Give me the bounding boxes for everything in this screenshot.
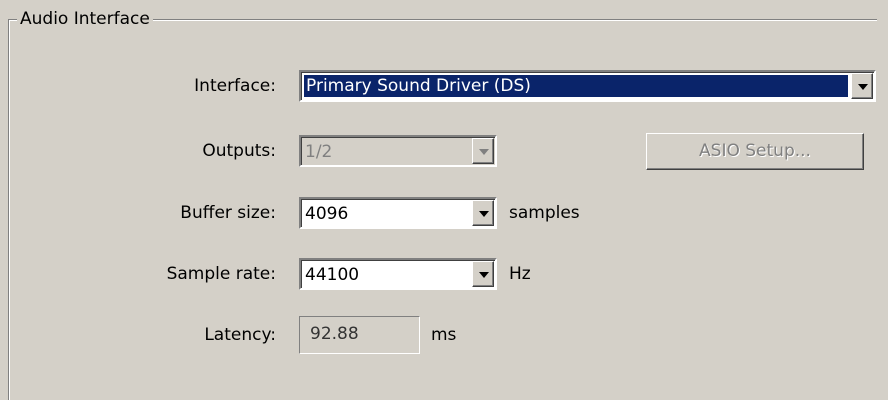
- sample-rate-unit: Hz: [509, 264, 531, 284]
- outputs-select-value: 1/2: [305, 142, 333, 162]
- buffer-size-unit: samples: [509, 203, 580, 223]
- buffer-size-label: Buffer size:: [180, 203, 276, 223]
- interface-dropdown-button[interactable]: [851, 73, 873, 99]
- interface-select-value: Primary Sound Driver (DS): [304, 75, 848, 97]
- sample-rate-select[interactable]: 44100: [299, 258, 497, 290]
- latency-unit: ms: [431, 325, 457, 345]
- latency-value: 92.88: [310, 324, 359, 344]
- outputs-select[interactable]: 1/2: [299, 135, 497, 167]
- chevron-down-icon: [479, 211, 489, 217]
- chevron-down-icon: [479, 272, 489, 278]
- sample-rate-value: 44100: [305, 265, 360, 285]
- buffer-size-select[interactable]: 4096: [299, 197, 497, 229]
- groupbox-title: Audio Interface: [17, 9, 153, 29]
- sample-rate-label: Sample rate:: [166, 264, 276, 284]
- latency-label: Latency:: [204, 325, 276, 345]
- chevron-down-icon: [858, 84, 868, 90]
- buffer-size-dropdown-button[interactable]: [472, 200, 494, 226]
- interface-label: Interface:: [194, 76, 276, 96]
- outputs-label: Outputs:: [202, 141, 276, 161]
- chevron-down-icon: [479, 149, 489, 155]
- interface-select[interactable]: Primary Sound Driver (DS): [299, 70, 876, 102]
- asio-setup-button[interactable]: ASIO Setup...: [646, 133, 864, 170]
- outputs-dropdown-button[interactable]: [472, 138, 494, 164]
- buffer-size-value: 4096: [305, 204, 349, 224]
- sample-rate-dropdown-button[interactable]: [472, 261, 494, 287]
- latency-field: 92.88: [299, 316, 420, 354]
